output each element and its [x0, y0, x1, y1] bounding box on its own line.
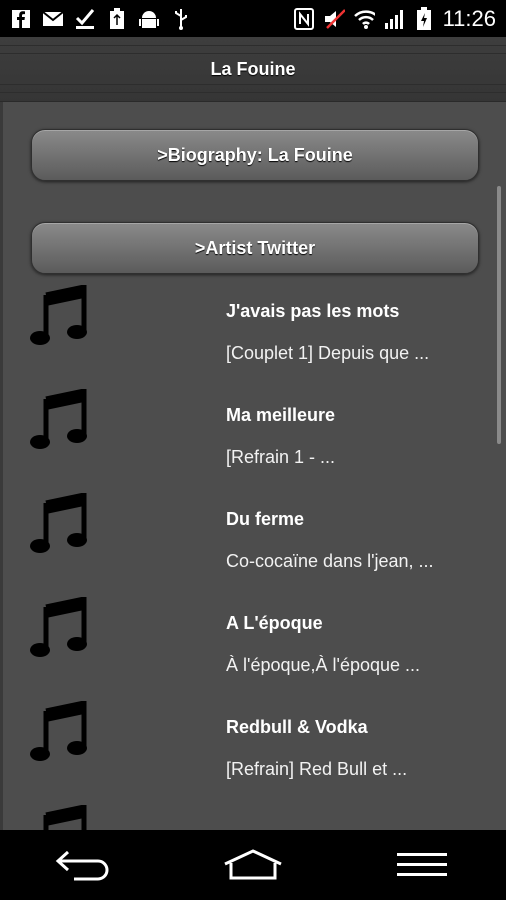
content-list[interactable]: >Biography: La Fouine >Artist Twitter J'…	[0, 102, 506, 830]
song-title: Ma meilleure	[226, 405, 336, 425]
music-note-icon	[30, 493, 87, 553]
wifi-icon	[353, 8, 375, 30]
usb-storage-icon	[106, 7, 128, 30]
list-item[interactable]: Du ferme Co-cocaïne dans l'jean, ...	[3, 493, 483, 597]
system-icons: 11:26	[293, 6, 506, 32]
list-item[interactable]: Ma meilleure [Refrain 1 - ...	[3, 389, 483, 493]
artist-twitter-button[interactable]: >Artist Twitter	[31, 222, 479, 274]
battery-charging-icon	[413, 6, 435, 30]
home-button[interactable]	[218, 840, 288, 890]
song-title: Du ferme	[226, 509, 305, 529]
clock: 11:26	[442, 5, 496, 31]
music-note-icon	[30, 389, 87, 449]
page-title: La Fouine	[210, 58, 296, 79]
status-bar: 11:26	[0, 0, 506, 37]
mute-icon	[323, 8, 345, 30]
usb-icon	[170, 8, 192, 30]
song-snippet: [Refrain 1 - ...	[226, 447, 336, 467]
notification-icons	[0, 7, 192, 30]
music-note-icon	[30, 597, 87, 657]
biography-button[interactable]: >Biography: La Fouine	[31, 129, 479, 181]
music-note-icon	[43, 805, 87, 830]
home-icon	[224, 849, 282, 880]
song-title: J'avais pas les mots	[226, 301, 400, 321]
gmail-icon	[42, 8, 64, 30]
song-snippet: [Couplet 1] Depuis que ...	[226, 343, 430, 363]
music-note-icon	[30, 285, 87, 345]
song-snippet: Co-cocaïne dans l'jean, ...	[226, 551, 434, 571]
android-debug-icon	[138, 8, 160, 30]
menu-icon	[396, 853, 447, 876]
list-item[interactable]: Redbull & Vodka [Refrain] Red Bull et ..…	[3, 701, 483, 805]
navigation-bar	[0, 830, 506, 900]
back-arrow-icon	[56, 850, 109, 881]
song-snippet: À l'époque,À l'époque ...	[226, 655, 421, 675]
menu-button[interactable]	[387, 840, 457, 890]
list-item[interactable]: J'avais pas les mots [Couplet 1] Depuis …	[3, 285, 483, 389]
nfc-icon	[293, 7, 315, 30]
song-title: Redbull & Vodka	[226, 717, 368, 737]
song-snippet: [Refrain] Red Bull et ...	[226, 759, 408, 779]
scrollbar[interactable]	[497, 186, 501, 444]
list-item[interactable]: A L'époque À l'époque,À l'époque ...	[3, 597, 483, 701]
facebook-icon	[10, 8, 32, 30]
music-note-icon	[30, 701, 87, 761]
action-bar: La Fouine	[0, 37, 506, 102]
list-item-partial[interactable]	[3, 805, 483, 830]
back-button[interactable]	[49, 840, 119, 890]
checkmark-icon	[74, 8, 96, 30]
song-title: A L'époque	[226, 613, 323, 633]
signal-icon	[383, 8, 405, 30]
